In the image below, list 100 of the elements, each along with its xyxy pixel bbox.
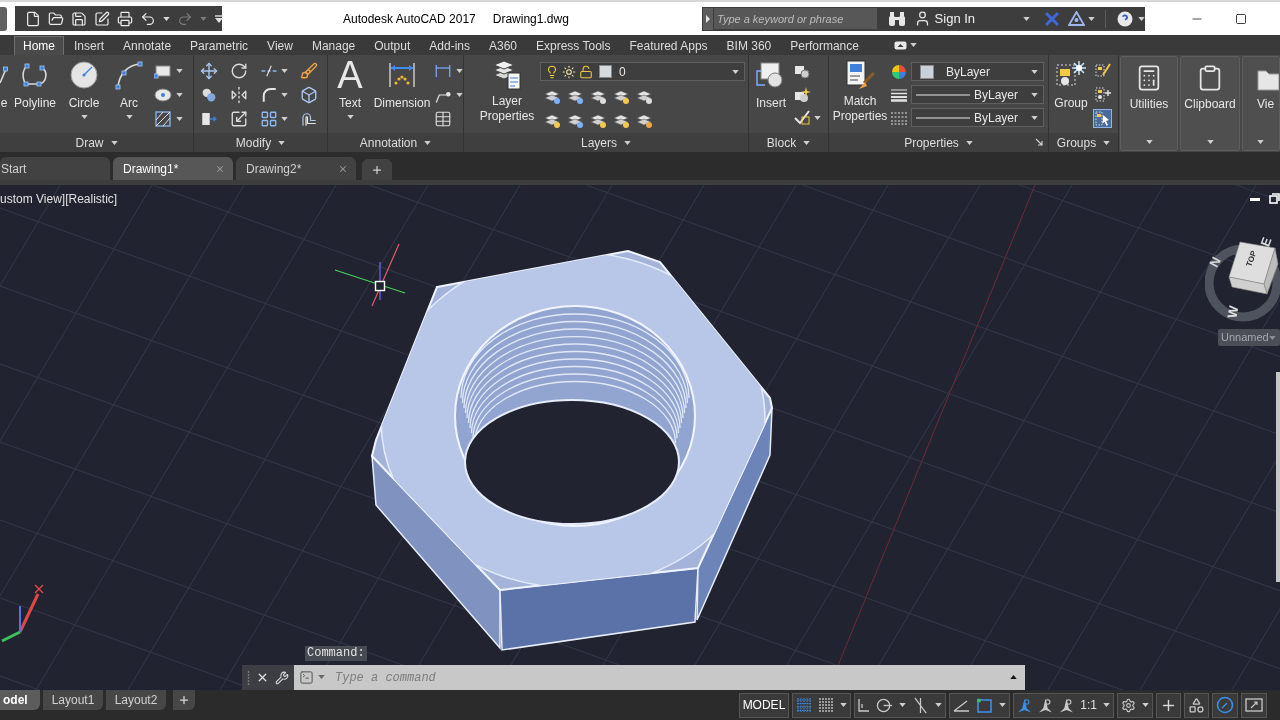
viewport-label[interactable]: ustom View][Realistic] [0,190,118,208]
caret-icon[interactable] [281,117,288,121]
caret-icon[interactable] [125,115,133,119]
snap-dots-icon[interactable] [818,697,835,713]
object-snap-icon[interactable] [976,696,994,714]
panel-title-button[interactable]: Block [749,133,828,152]
clipboard-panel-button[interactable]: Clipboard [1180,56,1240,151]
viewport-minimize-icon[interactable] [1250,198,1260,202]
copy-icon[interactable] [200,86,218,104]
fillet-icon[interactable] [260,86,278,104]
view-cube-face-label[interactable]: TOP [1245,249,1259,269]
panel-title-button[interactable]: Draw [0,133,193,152]
panel-title-button[interactable]: Layers [464,133,748,152]
ribbon-tab[interactable]: Annotate [113,36,181,55]
caret-icon[interactable] [1088,16,1096,21]
color-wheel-icon[interactable] [891,63,907,80]
compass-direction-label[interactable]: W [1225,304,1241,320]
open-folder-icon[interactable] [48,10,64,27]
panel-title-button[interactable]: Groups [1049,133,1118,152]
color-swatch-icon[interactable] [920,64,934,79]
menu-caret-icon[interactable] [214,13,224,24]
maximize-icon[interactable] [1235,12,1247,25]
caret-icon[interactable] [965,140,973,145]
ribbon-tab[interactable]: Insert [64,36,114,55]
annotation-icon[interactable] [1017,696,1033,714]
caret-icon[interactable] [456,69,463,73]
stretch-icon[interactable] [200,110,218,128]
match-properties-icon[interactable] [844,59,876,91]
caret-icon[interactable] [1031,92,1038,97]
new-file-icon[interactable] [25,10,41,27]
edit-document-icon[interactable] [94,10,110,27]
ribbon-tab[interactable]: Output [364,36,420,55]
triangle-icon[interactable] [1068,11,1086,26]
line-sample-icon[interactable] [916,115,970,120]
plus-icon[interactable] [371,163,383,176]
ribbon-tab[interactable]: Manage [301,36,365,55]
ribbon-tab[interactable]: Add-ins [419,36,479,55]
color-swatch-icon[interactable] [599,65,612,78]
caret-icon[interactable] [899,703,907,707]
caret-icon[interactable] [1031,69,1038,74]
circle-button[interactable]: Circle [62,55,106,119]
grip-icon[interactable] [247,669,250,686]
group-selection-icon[interactable] [1093,109,1112,128]
offset-icon[interactable] [300,110,318,128]
caret-icon[interactable] [346,115,354,119]
isodraft-icon[interactable] [912,696,930,714]
ribbon-tab[interactable]: Express Tools [526,36,620,55]
caret-icon[interactable] [840,703,848,707]
panel-title-button[interactable]: Properties [829,133,1048,152]
polyline-button[interactable]: Polyline [9,55,61,111]
document-tab[interactable]: Drawing2* [236,157,356,180]
caret-icon[interactable] [176,69,183,73]
close-icon[interactable] [256,671,269,684]
color-dropdown[interactable]: ByLayer [911,62,1044,81]
terminal-icon[interactable] [299,670,314,685]
wrench-icon[interactable] [275,670,289,685]
caret-icon[interactable] [1145,140,1153,144]
caret-icon[interactable] [281,69,288,73]
annotation-icon[interactable] [1038,696,1054,714]
grid-icon[interactable] [796,697,813,713]
new-layout-button[interactable] [173,690,195,710]
brush-icon[interactable] [300,62,318,80]
move-icon[interactable] [200,62,218,80]
attribute-icon[interactable] [793,109,811,126]
caret-icon[interactable] [1206,140,1214,144]
layout-tab[interactable]: Layout2 [106,690,166,710]
ribbon-tab[interactable]: Parametric [180,36,258,55]
drawing-viewport[interactable]: ustom View][Realistic] N E W TOP Unnamed Command: Type a command [0,185,1280,690]
annotation-scale-button[interactable]: 1:1 [1080,696,1097,714]
settings-icon[interactable] [1121,697,1136,713]
hatch-icon[interactable] [154,111,172,127]
caret-icon[interactable] [1023,16,1031,21]
caret-icon[interactable] [176,117,183,121]
edit-block-icon[interactable] [793,86,811,103]
dialog-launcher-icon[interactable] [1035,138,1044,147]
new-tab-button[interactable] [362,159,392,180]
polar-icon[interactable] [876,696,894,714]
line-sample-icon[interactable] [916,92,970,97]
line-button[interactable]: e [0,55,8,111]
arc-button[interactable]: Arc [106,55,152,119]
caret-icon[interactable] [732,69,739,74]
insert-button[interactable]: Insert [749,55,793,111]
lineweight-dropdown[interactable]: ByLayer [911,85,1044,104]
scale-icon[interactable] [230,110,248,128]
box-icon[interactable] [300,86,318,104]
array-icon[interactable] [260,110,278,128]
caret-icon[interactable] [1142,703,1149,707]
lineweight-icon[interactable] [891,87,907,102]
linetype-icon[interactable] [891,110,907,125]
ortho-icon[interactable] [858,698,871,712]
create-block-icon[interactable] [793,63,811,80]
help-icon[interactable] [1116,9,1134,28]
caret-icon[interactable] [1257,140,1264,144]
unlock-icon[interactable] [579,64,593,79]
viewport-restore-icon[interactable] [1269,193,1280,204]
layout-tab[interactable]: odel [0,690,40,710]
document-tab[interactable]: Start [0,157,110,180]
caret-icon[interactable] [624,140,631,145]
ribbon-tab[interactable]: A360 [479,36,526,55]
document-tab[interactable]: Drawing1* [113,157,233,180]
